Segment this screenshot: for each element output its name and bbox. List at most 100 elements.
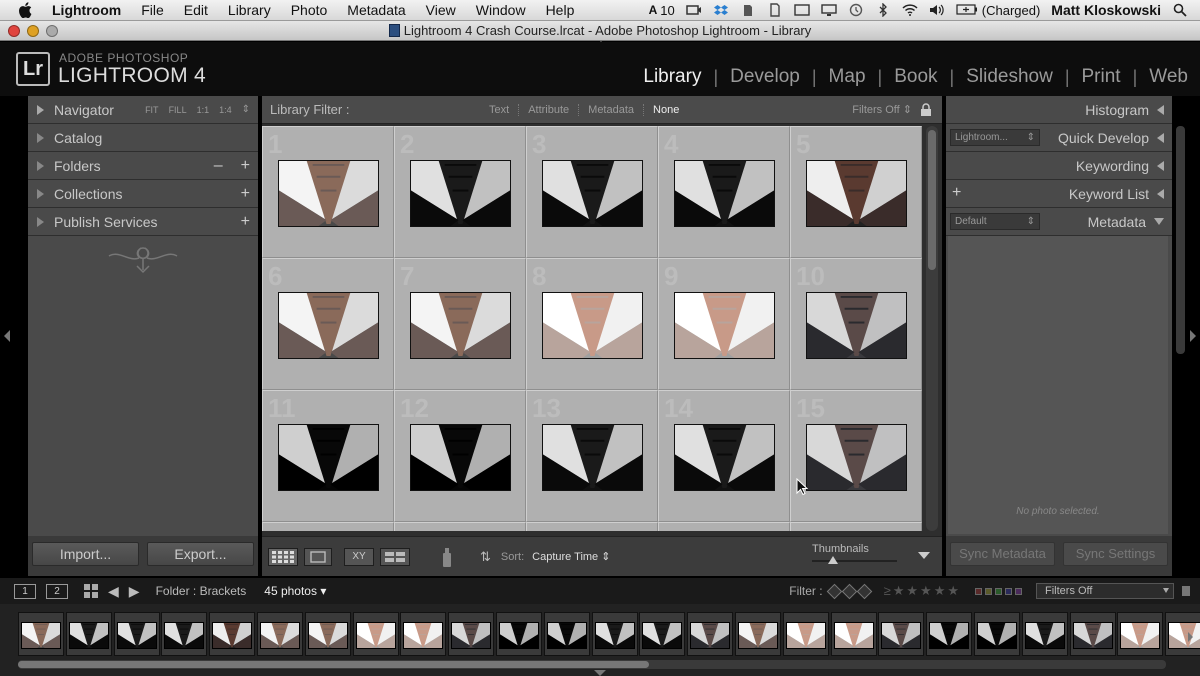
filmstrip-cell[interactable] <box>496 612 542 656</box>
module-print[interactable]: Print <box>1070 66 1133 88</box>
compare-view-button[interactable]: XY <box>344 547 374 566</box>
filmstrip-thumbnail[interactable] <box>594 622 635 649</box>
filmstrip-cell[interactable] <box>687 612 734 656</box>
module-map[interactable]: Map <box>817 66 878 88</box>
filmstrip-cell[interactable] <box>1165 612 1200 656</box>
grid-view-button[interactable] <box>268 547 298 566</box>
filmstrip-thumbnail[interactable] <box>738 622 778 649</box>
keyword-list-header[interactable]: + Keyword List <box>946 180 1172 208</box>
menu-lightroom[interactable]: Lightroom <box>42 0 131 21</box>
metadata-header[interactable]: Default ⇕ Metadata <box>946 208 1172 236</box>
filmstrip-thumbnail[interactable] <box>833 622 874 649</box>
filmstrip-thumbnail[interactable] <box>21 622 61 649</box>
menu-help[interactable]: Help <box>536 0 585 21</box>
filmstrip-cell[interactable] <box>639 612 686 656</box>
grid-cell[interactable] <box>526 522 658 531</box>
zoom-fill[interactable]: FILL <box>169 105 187 115</box>
filmstrip-filter-select[interactable]: Filters Off <box>1036 583 1174 599</box>
zoom-stepper-icon[interactable]: ⇕ <box>242 104 250 115</box>
filmstrip-cell[interactable] <box>352 612 399 656</box>
grid-cell[interactable]: 5 <box>790 126 922 258</box>
filmstrip-thumbnail[interactable] <box>403 622 444 649</box>
photo-thumbnail[interactable] <box>674 160 775 227</box>
lock-icon[interactable] <box>918 102 934 118</box>
main-window-button[interactable]: 1 <box>14 583 36 599</box>
zoom-fit[interactable]: FIT <box>145 105 159 115</box>
loupe-view-button[interactable] <box>304 547 332 566</box>
publish-services-header[interactable]: Publish Services + <box>28 208 258 236</box>
adobe-status[interactable]: A 10 <box>649 3 675 18</box>
import-button[interactable]: Import... <box>32 542 139 566</box>
filmstrip-thumbnail[interactable] <box>1024 622 1065 649</box>
close-window-button[interactable] <box>8 25 20 37</box>
histogram-header[interactable]: Histogram <box>946 96 1172 124</box>
module-slideshow[interactable]: Slideshow <box>954 66 1065 88</box>
filmstrip-cell[interactable] <box>974 612 1020 656</box>
battery-status[interactable]: (Charged) <box>956 3 1040 18</box>
add-collection-icon[interactable]: + <box>241 185 250 203</box>
filmstrip-thumbnail[interactable] <box>1120 622 1161 649</box>
grid-cell[interactable]: 8 <box>526 258 658 390</box>
filmstrip-thumbnail[interactable] <box>307 622 348 649</box>
painter-spray-can-icon[interactable] <box>440 546 454 568</box>
filmstrip-cell[interactable] <box>591 612 638 656</box>
filmstrip-cell[interactable] <box>735 612 781 656</box>
photo-thumbnail[interactable] <box>410 424 511 491</box>
filmstrip-cell[interactable] <box>1069 612 1116 656</box>
flag-pick-icon[interactable] <box>826 583 842 599</box>
module-library[interactable]: Library <box>631 66 713 88</box>
filmstrip-cell[interactable] <box>65 612 112 656</box>
catalog-header[interactable]: Catalog <box>28 124 258 152</box>
grid-cell[interactable]: 3 <box>526 126 658 258</box>
color-red-icon[interactable] <box>975 587 982 595</box>
filmstrip-cell[interactable] <box>1117 612 1164 656</box>
sort-order-select[interactable]: Capture Time ⇕ <box>532 550 610 563</box>
filmstrip-thumbnail[interactable] <box>546 622 587 649</box>
filmstrip-cell[interactable] <box>926 612 973 656</box>
filmstrip-thumbnail[interactable] <box>785 622 826 649</box>
filmstrip-thumbnail[interactable] <box>260 622 300 649</box>
filmstrip-cell[interactable] <box>257 612 303 656</box>
photo-thumbnail[interactable] <box>674 292 775 359</box>
collections-header[interactable]: Collections + <box>28 180 258 208</box>
photo-thumbnail[interactable] <box>542 424 643 491</box>
navigator-header[interactable]: Navigator FIT FILL 1:1 1:4 ⇕ <box>28 96 258 124</box>
filmstrip-thumbnail[interactable] <box>690 622 731 649</box>
menu-view[interactable]: View <box>416 0 466 21</box>
filmstrip-thumbnail[interactable] <box>642 622 683 649</box>
metadata-preset-select[interactable]: Default ⇕ <box>950 213 1040 230</box>
filmstrip-thumbnail[interactable] <box>212 622 253 649</box>
keywording-header[interactable]: Keywording <box>946 152 1172 180</box>
photo-thumbnail[interactable] <box>410 292 511 359</box>
grid-cell[interactable]: 7 <box>394 258 526 390</box>
wifi-icon[interactable] <box>902 3 918 17</box>
sync-settings-button[interactable]: Sync Settings <box>1063 542 1168 566</box>
filmstrip-thumbnail[interactable] <box>1072 622 1113 649</box>
grid-scrollbar[interactable] <box>926 126 938 531</box>
photo-thumbnail[interactable] <box>542 292 643 359</box>
grid-cell[interactable] <box>394 522 526 531</box>
photo-thumbnail[interactable] <box>410 160 511 227</box>
grid-cell[interactable]: 6 <box>262 258 394 390</box>
right-panel-scrollbar[interactable] <box>1176 126 1185 354</box>
add-keyword-icon[interactable]: + <box>952 184 961 202</box>
filmstrip-thumbnail[interactable] <box>68 622 109 649</box>
flag-rejected-icon[interactable] <box>856 583 872 599</box>
filmstrip-cell[interactable] <box>782 612 829 656</box>
grid-cell[interactable]: 1 <box>262 126 394 258</box>
filter-none[interactable]: None <box>644 104 688 116</box>
dropbox-icon[interactable] <box>713 3 729 17</box>
grid-cell[interactable]: 9 <box>658 258 790 390</box>
grid-cell[interactable] <box>658 522 790 531</box>
menu-photo[interactable]: Photo <box>281 0 338 21</box>
filmstrip-thumbnail[interactable] <box>1168 622 1200 649</box>
filmstrip-thumbnail[interactable] <box>355 622 396 649</box>
filmstrip-cell[interactable] <box>161 612 208 656</box>
filmstrip-source[interactable]: Folder : Brackets <box>156 584 247 598</box>
filmstrip-cell[interactable] <box>18 612 64 656</box>
collapse-filmstrip-icon[interactable] <box>594 670 606 676</box>
filmstrip-cell[interactable] <box>400 612 447 656</box>
photo-count-menu[interactable]: 45 photos ▾ <box>264 584 326 598</box>
photo-thumbnail[interactable] <box>674 424 775 491</box>
grid-icon[interactable] <box>84 584 98 598</box>
